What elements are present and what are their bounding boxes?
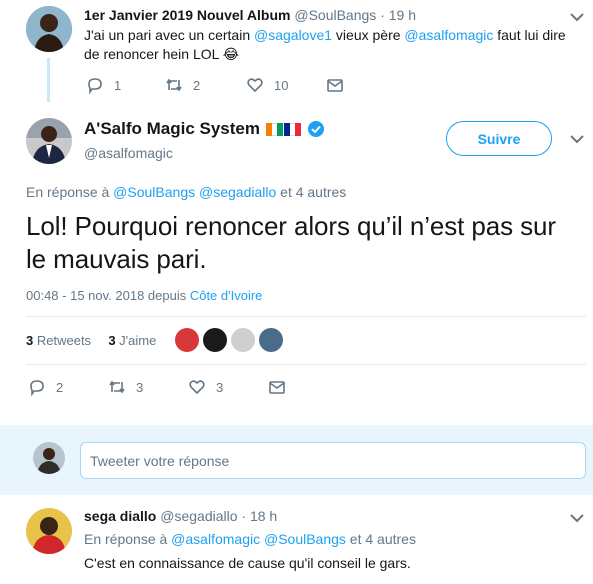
chevron-down-icon[interactable] (570, 134, 584, 144)
mention-link[interactable]: @asalfomagic (171, 531, 260, 547)
reply-input[interactable]: Tweeter votre réponse (80, 442, 586, 479)
like-action[interactable]: 10 (246, 76, 288, 94)
tweet-time[interactable]: · 19 h (380, 7, 416, 23)
likes-label[interactable]: J'aime (119, 333, 156, 348)
author-name[interactable]: sega diallo (84, 508, 156, 524)
avatar[interactable] (26, 6, 72, 52)
reply-action[interactable]: 2 (28, 378, 63, 396)
reply-input-placeholder: Tweeter votre réponse (90, 452, 230, 469)
mention-link[interactable]: @segadiallo (199, 184, 276, 200)
retweet-icon (166, 78, 182, 92)
like-icon (247, 78, 263, 93)
like-action[interactable]: 3 (188, 378, 223, 396)
like-icon (189, 380, 205, 395)
mention-link[interactable]: @SoulBangs (113, 184, 195, 200)
flag-emoji (266, 122, 302, 136)
message-action[interactable] (268, 378, 286, 396)
tweet-timestamp: 00:48 - 15 nov. 2018 depuis Côte d'Ivoir… (26, 288, 263, 303)
reply-icon (30, 380, 44, 396)
thread-line (47, 58, 50, 102)
retweet-action[interactable]: 2 (165, 76, 200, 94)
reply-composer: Tweeter votre réponse (0, 425, 593, 495)
message-action[interactable] (326, 76, 344, 94)
reply-icon (88, 78, 102, 94)
replying-to: En réponse à @SoulBangs @segadiallo et 4… (26, 184, 347, 200)
retweet-icon (109, 380, 125, 394)
retweet-count: 2 (193, 77, 201, 93)
avatar[interactable] (175, 328, 199, 352)
tweet-text: Lol! Pourquoi renoncer alors qu’il n’est… (26, 211, 556, 274)
avatar (33, 442, 65, 474)
like-count: 10 (274, 77, 289, 93)
author-name[interactable]: 1er Janvier 2019 Nouvel Album (84, 7, 290, 23)
retweets-count[interactable]: 3 (26, 333, 33, 348)
mention-link[interactable]: @sagalove1 (254, 27, 332, 43)
author-handle[interactable]: @segadiallo (160, 508, 237, 524)
reply-count: 2 (56, 379, 64, 395)
reply-action[interactable]: 1 (86, 76, 121, 94)
avatar[interactable] (26, 118, 72, 164)
tweet-stats: 3 Retweets 3 J'aime (26, 333, 156, 348)
replying-to: En réponse à @asalfomagic @SoulBangs et … (84, 531, 416, 547)
avatar[interactable] (203, 328, 227, 352)
liker-avatars (175, 328, 283, 352)
retweet-count: 3 (136, 379, 144, 395)
avatar[interactable] (259, 328, 283, 352)
tweet-text: J'ai un pari avec un certain @sagalove1 … (84, 27, 566, 62)
like-count: 3 (216, 379, 224, 395)
avatar[interactable] (231, 328, 255, 352)
follow-button-label: Suivre (477, 130, 521, 147)
divider (26, 316, 586, 317)
verified-icon (308, 121, 324, 137)
retweets-label[interactable]: Retweets (37, 333, 91, 348)
tweet-text: C'est en connaissance de cause qu'il con… (84, 555, 411, 571)
avatar[interactable] (26, 508, 72, 554)
retweet-action[interactable]: 3 (108, 378, 143, 396)
chevron-down-icon[interactable] (570, 513, 584, 523)
likes-count[interactable]: 3 (108, 333, 115, 348)
follow-button[interactable]: Suivre (446, 121, 552, 156)
chevron-down-icon[interactable] (570, 12, 584, 22)
message-icon (327, 79, 343, 92)
tweet-time[interactable]: · 18 h (241, 508, 277, 524)
author-handle[interactable]: @asalfomagic (84, 145, 173, 161)
author-name[interactable]: A'Salfo Magic System (84, 119, 260, 139)
location-link[interactable]: Côte d'Ivoire (190, 288, 263, 303)
mention-link[interactable]: @asalfomagic (404, 27, 493, 43)
author-handle[interactable]: @SoulBangs (294, 7, 376, 23)
mention-link[interactable]: @SoulBangs (264, 531, 346, 547)
message-icon (269, 381, 285, 394)
reply-count: 1 (114, 77, 122, 93)
divider (26, 364, 586, 365)
